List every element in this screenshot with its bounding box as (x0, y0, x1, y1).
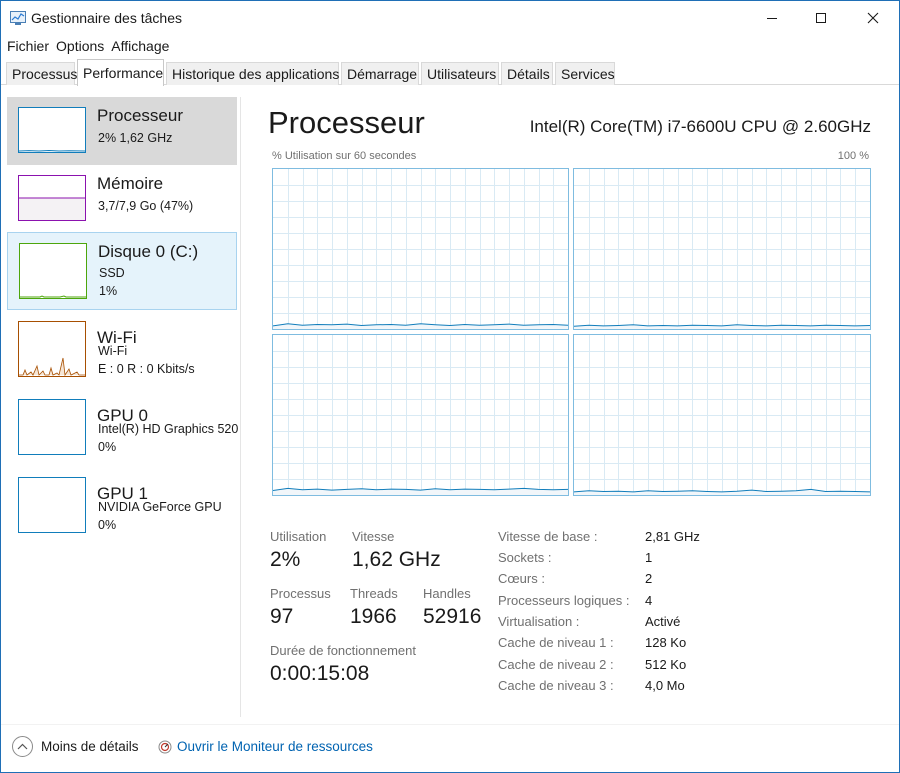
processus-label: Processus (270, 586, 331, 601)
spec-value: 2 (645, 571, 653, 586)
sidebar-divider (240, 97, 241, 717)
processeur-mini-graph (19, 149, 85, 152)
tab-utilisateurs[interactable]: Utilisateurs (421, 62, 499, 85)
tab-strip: Processus Performance Historique des app… (1, 59, 899, 86)
maximize-button[interactable] (798, 1, 844, 35)
task-manager-window: Gestionnaire des tâches Fichier Options … (0, 0, 900, 773)
vitesse-value: 1,62 GHz (352, 548, 441, 571)
spec-label: Vitesse de base : (498, 529, 598, 544)
gpu0-thumbnail (18, 399, 86, 455)
chart-caption: % Utilisation sur 60 secondes (272, 150, 417, 162)
threads-label: Threads (350, 586, 398, 601)
title-bar[interactable]: Gestionnaire des tâches (1, 1, 899, 35)
cpu-graph-core-3 (272, 334, 569, 496)
sidebar-item-title: Disque 0 (C:) (98, 242, 199, 261)
sidebar-item-disque[interactable]: Disque 0 (C:) SSD 1% (7, 232, 237, 310)
spec-label: Cache de niveau 1 : (498, 635, 614, 650)
sidebar-item-title: Mémoire (97, 174, 164, 193)
spec-value: 4,0 Mo (645, 678, 685, 693)
sidebar-item-detail: 3,7/7,9 Go (47%) (98, 199, 194, 213)
window-title: Gestionnaire des tâches (31, 10, 182, 26)
sidebar-item-detail: 2% 1,62 GHz (98, 131, 173, 145)
spec-label: Processeurs logiques : (498, 593, 630, 608)
sidebar-item-usage: 0% (98, 440, 117, 454)
cpu-model-name: Intel(R) Core(TM) i7-6600U CPU @ 2.60GHz (529, 117, 871, 136)
minimize-button[interactable] (749, 1, 795, 35)
disque-thumbnail (19, 243, 87, 299)
tab-services[interactable]: Services (555, 62, 615, 85)
tab-processus[interactable]: Processus (6, 62, 77, 85)
spec-label: Cœurs : (498, 571, 545, 586)
uptime-label: Durée de fonctionnement (270, 643, 416, 658)
page-title: Processeur (268, 105, 425, 140)
handles-value: 52916 (423, 605, 482, 628)
gpu1-thumbnail (18, 477, 86, 533)
sidebar-item-detail: NVIDIA GeForce GPU (98, 500, 222, 514)
sidebar-item-detail: SSD (99, 266, 125, 280)
handles-label: Handles (423, 586, 471, 601)
tab-performance[interactable]: Performance (77, 59, 164, 86)
chevron-up-icon (17, 743, 28, 750)
vitesse-label: Vitesse (352, 529, 395, 544)
cpu-graph-core-2 (573, 168, 871, 330)
sidebar-item-memoire[interactable]: Mémoire 3,7/7,9 Go (47%) (7, 165, 237, 233)
resource-monitor-icon (158, 740, 172, 754)
disque-mini-graph (20, 295, 86, 298)
sidebar-item-title: Processeur (97, 106, 183, 125)
cpu-graph-core-4 (573, 334, 871, 496)
tab-demarrage[interactable]: Démarrage (341, 62, 419, 85)
task-manager-icon (10, 11, 26, 25)
less-details-button[interactable] (12, 736, 33, 757)
wifi-mini-graph (19, 357, 85, 376)
menu-options[interactable]: Options (55, 36, 110, 56)
sidebar-item-detail: Wi-Fi (98, 344, 128, 358)
cpu-core-graph-canvas (574, 169, 870, 329)
spec-label: Sockets : (498, 550, 552, 565)
tab-historique[interactable]: Historique des applications (166, 62, 339, 85)
sidebar-item-throughput: E : 0 R : 0 Kbits/s (98, 362, 195, 376)
sidebar-item-processeur[interactable]: Processeur 2% 1,62 GHz (7, 97, 237, 165)
sidebar-item-gpu0[interactable]: GPU 0 Intel(R) HD Graphics 520 0% (7, 397, 238, 467)
maximize-icon (816, 13, 826, 23)
spec-value: 512 Ko (645, 657, 687, 672)
spec-value: 1 (645, 550, 653, 565)
memoire-thumbnail (18, 175, 86, 221)
spec-label: Cache de niveau 3 : (498, 678, 614, 693)
cpu-core-graph-canvas (273, 169, 568, 329)
utilisation-value: 2% (270, 548, 301, 571)
resource-sidebar: Processeur 2% 1,62 GHz Mémoire 3,7/7,9 G… (7, 97, 238, 717)
threads-value: 1966 (350, 605, 397, 628)
minimize-icon (767, 18, 777, 19)
spec-label: Cache de niveau 2 : (498, 657, 614, 672)
spec-value: 4 (645, 593, 653, 608)
cpu-core-graph-canvas (574, 335, 870, 495)
chart-max-label: 100 % (837, 150, 869, 162)
spec-label: Virtualisation : (498, 614, 580, 629)
spec-value: Activé (645, 614, 681, 629)
menu-affichage[interactable]: Affichage (110, 36, 175, 56)
tab-details[interactable]: Détails (501, 62, 553, 85)
footer-divider (1, 724, 899, 725)
processeur-thumbnail (18, 107, 86, 153)
spec-value: 128 Ko (645, 635, 687, 650)
menu-bar: Fichier Options Affichage (1, 36, 175, 56)
uptime-value: 0:00:15:08 (270, 662, 370, 685)
memoire-mini-graph (19, 197, 85, 220)
less-details-link[interactable]: Moins de détails (41, 739, 139, 754)
spec-value: 2,81 GHz (645, 529, 700, 544)
sidebar-item-gpu1[interactable]: GPU 1 NVIDIA GeForce GPU 0% (7, 475, 237, 545)
sidebar-item-detail: Intel(R) HD Graphics 520 (98, 422, 239, 436)
utilisation-label: Utilisation (270, 529, 327, 544)
processus-value: 97 (270, 605, 294, 628)
close-button[interactable] (850, 1, 896, 35)
cpu-graph-core-1 (272, 168, 569, 330)
sidebar-item-usage: 0% (98, 518, 117, 532)
close-icon (867, 12, 879, 24)
open-resource-monitor-link[interactable]: Ouvrir le Moniteur de ressources (177, 739, 373, 754)
cpu-core-graph-canvas (273, 335, 568, 495)
sidebar-item-usage: 1% (99, 284, 118, 298)
wifi-thumbnail (18, 321, 86, 377)
menu-fichier[interactable]: Fichier (1, 36, 55, 56)
sidebar-item-wifi[interactable]: Wi-Fi Wi-Fi E : 0 R : 0 Kbits/s (7, 319, 237, 389)
